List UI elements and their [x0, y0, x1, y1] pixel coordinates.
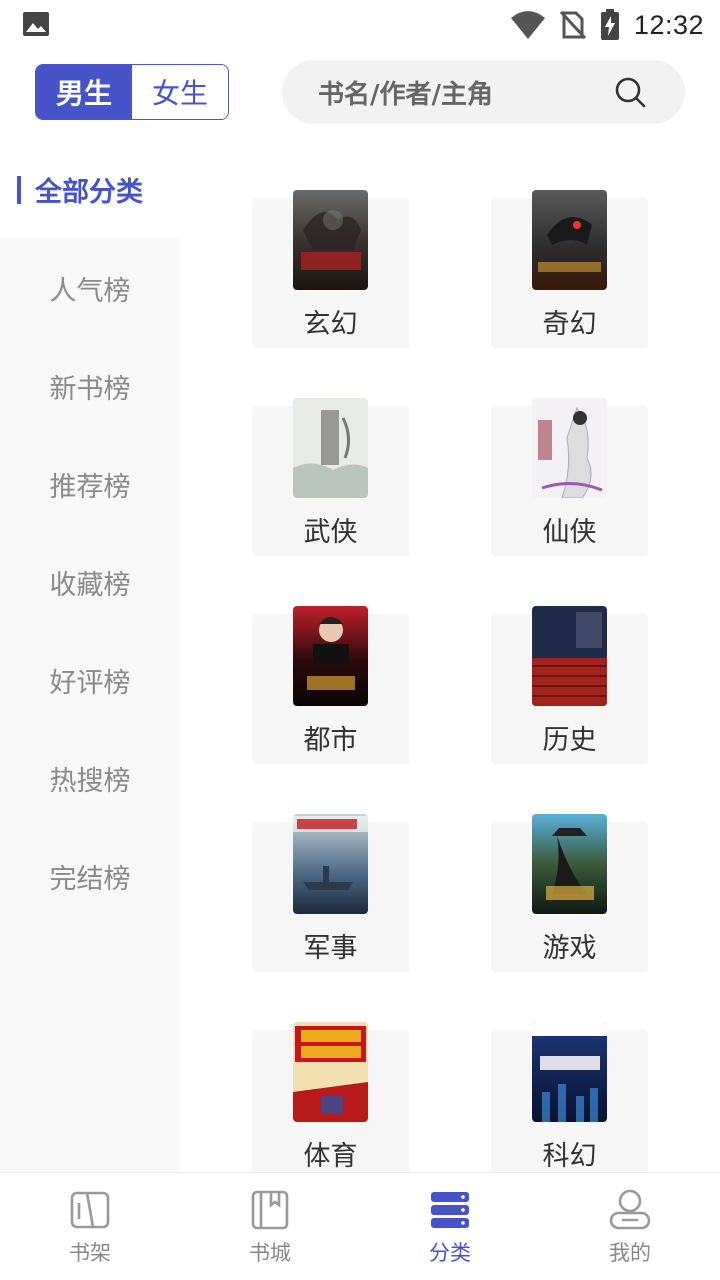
category-card-lishi[interactable]: 历史	[491, 606, 648, 764]
category-label: 玄幻	[303, 309, 358, 340]
nav-label: 书城	[249, 1241, 291, 1265]
category-card-xianxia[interactable]: 仙侠	[491, 398, 648, 556]
book-cover	[532, 190, 607, 290]
sidebar-title: 全部分类	[35, 177, 143, 208]
category-card-youxi[interactable]: 游戏	[491, 814, 648, 972]
book-cover	[293, 190, 368, 290]
nav-label: 分类	[429, 1241, 471, 1265]
nav-bookstore[interactable]: 书城	[180, 1173, 360, 1280]
category-label: 奇幻	[542, 309, 597, 340]
category-card-wuxia[interactable]: 武侠	[252, 398, 409, 556]
nav-label: 我的	[609, 1241, 651, 1265]
no-sim-icon	[559, 10, 586, 40]
status-time: 12:32	[633, 9, 704, 40]
category-card-xuanhuan[interactable]: 玄幻	[252, 190, 409, 348]
book-cover	[293, 606, 368, 706]
category-label: 都市	[303, 725, 358, 756]
book-cover	[532, 814, 607, 914]
sidebar-item-new[interactable]: 新书榜	[0, 356, 180, 416]
tab-female[interactable]: 女生	[132, 65, 228, 119]
category-label: 军事	[303, 933, 358, 964]
sidebar-item-trending[interactable]: 热搜榜	[0, 748, 180, 808]
nav-bookshelf[interactable]: 书架	[0, 1173, 180, 1280]
book-cover	[293, 814, 368, 914]
book-cover	[532, 606, 607, 706]
book-icon	[251, 1190, 289, 1230]
nav-label: 书架	[69, 1241, 111, 1265]
bottom-nav: 书架 书城 分类 我的	[0, 1172, 720, 1280]
nav-profile[interactable]: 我的	[540, 1173, 720, 1280]
search-placeholder: 书名/作者/主角	[318, 79, 493, 110]
battery-charging-icon	[600, 9, 619, 40]
nav-category[interactable]: 分类	[360, 1173, 540, 1280]
category-icon	[431, 1192, 469, 1228]
book-cover	[532, 1022, 607, 1122]
sidebar: 人气榜 新书榜 推荐榜 收藏榜 好评榜 热搜榜 完结榜	[0, 238, 180, 1170]
book-cover	[532, 398, 607, 498]
active-indicator	[17, 176, 21, 204]
category-label: 游戏	[542, 933, 597, 964]
tab-male[interactable]: 男生	[36, 65, 132, 119]
sidebar-item-favorites[interactable]: 收藏榜	[0, 552, 180, 612]
book-cover	[293, 398, 368, 498]
category-label: 仙侠	[542, 517, 597, 548]
wifi-icon	[510, 11, 545, 39]
search-input[interactable]: 书名/作者/主角	[282, 60, 685, 124]
category-card-dushi[interactable]: 都市	[252, 606, 409, 764]
category-card-qihuan[interactable]: 奇幻	[491, 190, 648, 348]
image-icon	[23, 12, 49, 36]
category-label: 科幻	[542, 1141, 597, 1172]
category-label: 体育	[303, 1141, 358, 1172]
book-cover	[293, 1022, 368, 1122]
search-icon[interactable]	[613, 75, 647, 109]
category-card-junshi[interactable]: 军事	[252, 814, 409, 972]
category-card-kehuan[interactable]: 科幻	[491, 1022, 648, 1180]
sidebar-item-all-categories[interactable]: 全部分类	[0, 160, 180, 238]
profile-icon	[609, 1189, 651, 1230]
gender-toggle: 男生 女生	[35, 64, 229, 120]
sidebar-item-rated[interactable]: 好评榜	[0, 650, 180, 710]
sidebar-item-popular[interactable]: 人气榜	[0, 258, 180, 318]
category-card-tiyu[interactable]: 体育	[252, 1022, 409, 1180]
category-label: 武侠	[303, 517, 358, 548]
sidebar-item-completed[interactable]: 完结榜	[0, 846, 180, 906]
sidebar-item-recommended[interactable]: 推荐榜	[0, 454, 180, 514]
category-label: 历史	[542, 725, 597, 756]
bookshelf-icon	[70, 1191, 110, 1229]
status-bar: 12:32	[0, 0, 720, 50]
